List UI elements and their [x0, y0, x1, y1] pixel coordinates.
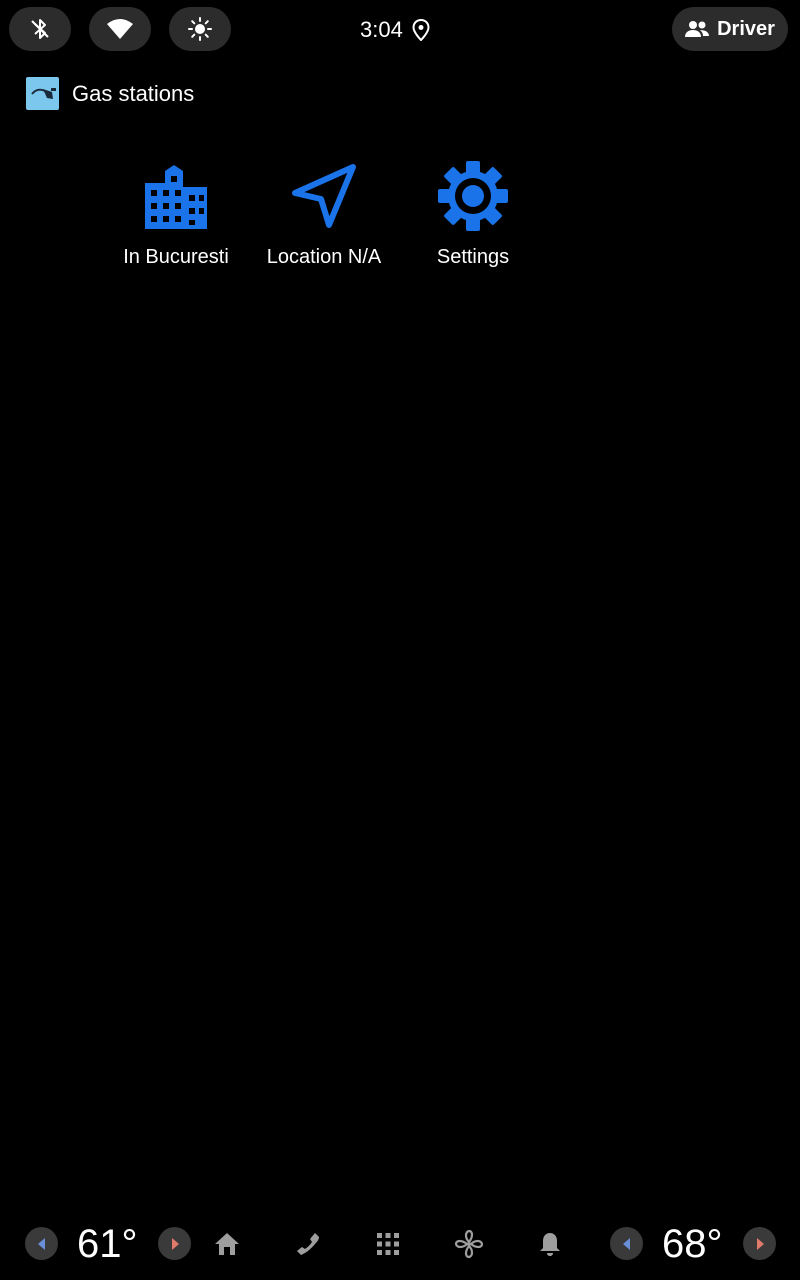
driver-temp-up-button[interactable] [158, 1227, 191, 1260]
wifi-toggle[interactable] [89, 7, 151, 51]
app-grid-icon [377, 1233, 399, 1255]
triangle-right-icon [171, 1237, 179, 1250]
phone-icon [297, 1233, 319, 1255]
location-button[interactable]: Location N/A [249, 156, 399, 269]
driver-temp-down-button[interactable] [25, 1227, 58, 1260]
bluetooth-toggle[interactable] [9, 7, 71, 51]
fuel-nozzle-icon [26, 77, 59, 110]
passenger-temp-down-button[interactable] [610, 1227, 643, 1260]
climate-fan-button[interactable] [454, 1229, 484, 1259]
location-pin-icon [412, 19, 430, 41]
app-title: Gas stations [72, 80, 195, 106]
passenger-temperature: 68° [662, 1222, 723, 1266]
triangle-left-icon [37, 1237, 45, 1250]
user-profile-button[interactable]: Driver [672, 7, 788, 51]
passenger-temp-up-button[interactable] [743, 1227, 776, 1260]
people-icon [685, 21, 710, 37]
brightness-toggle[interactable] [169, 7, 231, 51]
wifi-icon [107, 19, 133, 39]
city-filter-label: In Bucuresti [123, 246, 229, 268]
home-button[interactable] [212, 1229, 242, 1259]
status-clock: 3:04 [360, 12, 430, 48]
driver-temperature: 61° [77, 1222, 138, 1266]
bluetooth-icon [31, 19, 49, 39]
phone-button[interactable] [292, 1229, 322, 1259]
settings-label: Settings [436, 246, 510, 268]
fan-icon [454, 1229, 484, 1259]
car-home-screen: 3:04 Driver Gas stations In Bucuresti Lo… [0, 0, 800, 1280]
notifications-button[interactable] [535, 1229, 565, 1259]
app-header: Gas stations [26, 77, 194, 110]
clock-time: 3:04 [360, 17, 403, 42]
location-label: Location N/A [266, 246, 382, 268]
app-grid-button[interactable] [373, 1229, 403, 1259]
settings-button[interactable]: Settings [398, 156, 548, 269]
navigation-arrow-icon [292, 164, 356, 228]
city-buildings-icon [145, 165, 207, 229]
home-icon [215, 1233, 239, 1255]
gear-icon [438, 161, 508, 231]
triangle-left-icon [622, 1237, 630, 1250]
user-profile-label: Driver [717, 17, 775, 40]
bell-icon [540, 1233, 560, 1256]
city-filter-button[interactable]: In Bucuresti [101, 156, 251, 269]
triangle-right-icon [756, 1237, 764, 1250]
brightness-icon [188, 17, 212, 41]
